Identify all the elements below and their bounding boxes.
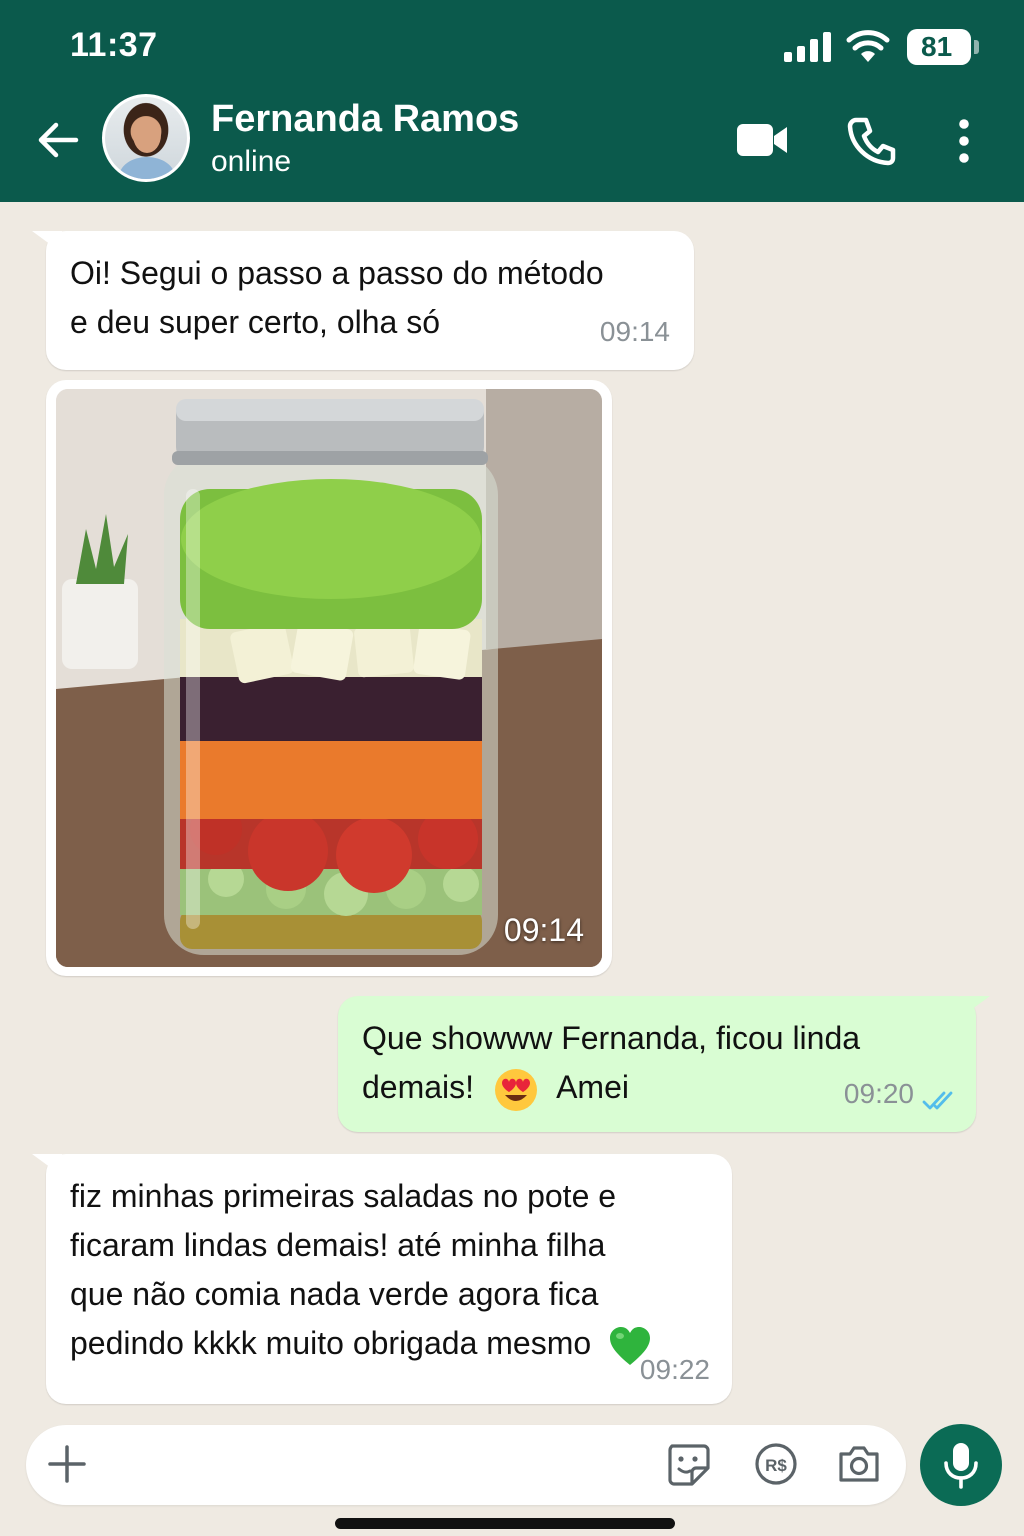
salad-jar-illustration: [56, 389, 602, 967]
bubble-tail: [32, 231, 62, 253]
battery-level: 81: [921, 31, 953, 62]
contact-avatar[interactable]: [102, 94, 190, 182]
plus-icon[interactable]: [48, 1445, 86, 1483]
salad-jar-photo[interactable]: 09:14: [56, 389, 602, 967]
contact-status: online: [211, 145, 292, 178]
status-bar-time: 11:37: [70, 26, 158, 64]
phone-icon[interactable]: [846, 116, 896, 166]
microphone-icon: [944, 1443, 978, 1489]
message-time: 09:14: [599, 316, 670, 347]
incoming-message[interactable]: fiz minhas primeiras saladas no pote e f…: [32, 1154, 732, 1404]
outgoing-message[interactable]: Que showww Fernanda, ficou linda demais!…: [338, 996, 990, 1132]
image-time: 09:14: [503, 912, 584, 948]
incoming-message[interactable]: Oi! Segui o passo a passo do método e de…: [32, 231, 694, 370]
message-time: 09:22: [639, 1354, 710, 1385]
incoming-image-message[interactable]: 09:14: [46, 380, 612, 976]
home-indicator: [335, 1518, 675, 1529]
sticker-icon[interactable]: [666, 1442, 710, 1486]
back-arrow-icon[interactable]: [34, 116, 82, 164]
video-call-icon[interactable]: [736, 122, 788, 158]
svg-text:R$: R$: [765, 1456, 787, 1475]
camera-icon[interactable]: [837, 1444, 881, 1484]
wifi-icon: [846, 30, 890, 62]
microphone-button[interactable]: [920, 1424, 1002, 1506]
more-vertical-icon[interactable]: [952, 118, 976, 164]
message-text: Oi! Segui o passo a passo do método e de…: [70, 255, 604, 340]
cellular-signal-icon: [784, 32, 831, 62]
message-time: 09:20: [843, 1078, 914, 1109]
bubble-tail: [960, 996, 990, 1018]
message-text: fiz minhas primeiras saladas no pote e f…: [70, 1172, 652, 1368]
battery-indicator: 81: [907, 29, 979, 65]
message-text: Que showww Fernanda, ficou linda demais!…: [362, 1014, 860, 1113]
heart-eyes-emoji-icon: [494, 1068, 537, 1111]
payment-icon[interactable]: R$: [754, 1442, 798, 1486]
chat-header: 11:37 81 Fernanda Ramos online: [0, 0, 1024, 202]
bubble-tail: [32, 1154, 62, 1176]
read-ticks-icon: [922, 1091, 953, 1110]
contact-name[interactable]: Fernanda Ramos: [211, 98, 519, 141]
